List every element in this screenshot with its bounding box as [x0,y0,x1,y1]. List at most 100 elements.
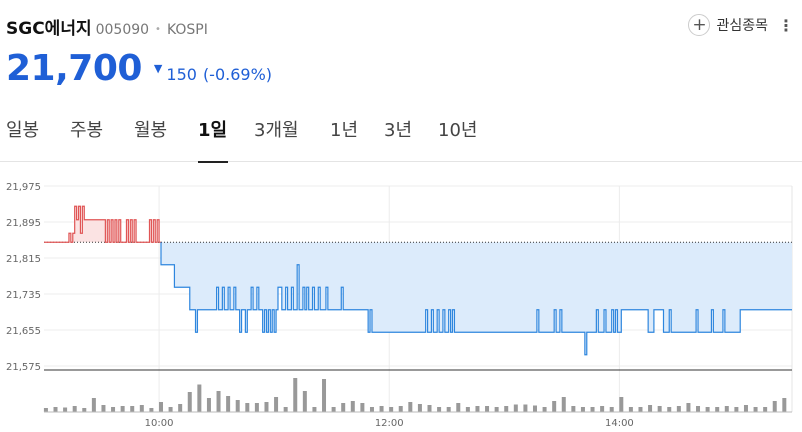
x-tick-label: 12:00 [375,418,404,429]
volume-bar [542,407,547,412]
tab-monthly[interactable]: 월봉 [134,116,172,162]
volume-bar [43,408,48,412]
down-area-fill [160,242,792,355]
volume-bar [197,384,202,412]
tab-10years[interactable]: 10년 [438,116,480,162]
volume-bar [734,407,739,412]
volume-bar [686,403,691,412]
y-tick-label: 21,895 [6,218,41,229]
tab-3years[interactable]: 3년 [384,116,414,162]
volume-bar [504,406,509,412]
volume-bar [600,406,605,412]
tab-3months[interactable]: 3개월 [254,116,306,162]
volume-bar [532,405,537,412]
volume-bar [264,402,269,412]
volume-bar [676,406,681,412]
volume-bar [283,407,288,412]
volume-bar [523,404,528,412]
volume-bar [561,397,566,412]
intraday-chart[interactable]: 21,975 21,895 21,815 21,735 21,655 21,575 10:0… [0,172,802,432]
y-tick-label: 21,735 [6,290,41,301]
volume-bar [446,407,451,412]
volume-bar [753,407,758,412]
volume-bar [724,406,729,412]
volume-bar [235,400,240,412]
volume-bar [53,407,58,412]
volume-bar [206,398,211,412]
volume-bar [417,404,422,412]
volume-bar [456,403,461,412]
volume-bar [619,397,624,412]
volume-bar [743,405,748,412]
volume-bar [341,403,346,412]
more-vertical-icon[interactable]: ⋮ [778,16,794,35]
y-tick-label: 21,975 [6,182,41,193]
volume-bar [696,406,701,412]
tab-1year[interactable]: 1년 [330,116,360,162]
volume-bar [216,391,221,412]
volume-bar [82,408,87,412]
volume-bar [158,402,163,412]
volume-bar [408,402,413,412]
volume-bar [475,406,480,412]
down-triangle-icon: ▼ [153,62,163,75]
volume-bar [149,408,154,412]
tab-daily[interactable]: 일봉 [6,116,44,162]
volume-bar [389,407,394,412]
volume-bar [120,406,125,412]
volume-bar [168,407,173,412]
volume-bar [628,407,633,412]
volume-bar [101,405,106,412]
price-change-pct: (-0.69%) [202,65,273,84]
y-tick-label: 21,655 [6,326,41,337]
volume-bar [331,407,336,412]
volume-bar [111,407,116,412]
market-name: KOSPI [166,22,208,38]
plus-icon: + [688,14,711,36]
volume-bar [513,404,518,412]
volume-bar [187,392,192,412]
volume-bar [494,407,499,412]
separator-dot: • [155,24,161,35]
volume-bar [274,397,279,412]
volume-bar [312,407,317,412]
y-tick-label: 21,575 [6,362,41,373]
volume-bar [72,406,77,412]
volume-bar [139,405,144,412]
volume-bar [715,407,720,412]
tab-1day[interactable]: 1일 [198,116,228,163]
volume-bar [580,407,585,412]
x-tick-label: 10:00 [145,418,174,429]
tab-weekly[interactable]: 주봉 [70,116,108,162]
volume-bar [63,407,68,412]
volume-bar [226,396,231,412]
volume-bar [571,406,576,412]
volume-bar [427,405,432,412]
y-tick-label: 21,815 [6,254,41,265]
volume-bar [648,405,653,412]
volume-bar [360,403,365,412]
volume-bar [130,406,135,412]
price-change: 150 [166,65,197,84]
volume-bar [485,406,490,412]
favorite-button[interactable]: + 관심종목 ⋮ [688,14,794,36]
stock-header: SGC에너지 005090 • KOSPI [6,14,208,42]
volume-bar [91,398,96,412]
volume-bar [667,407,672,412]
current-price: 21,700 [6,48,142,89]
volume-bar [398,406,403,412]
up-area-fill [44,206,161,243]
volume-bar [609,407,614,412]
x-tick-label: 14:00 [605,418,634,429]
favorite-label: 관심종목 [716,18,768,34]
period-tabs: 일봉 주봉 월봉 1일 3개월 1년 3년 10년 [0,116,802,163]
volume-bar [322,379,327,412]
volume-bar [369,407,374,412]
volume-bar [638,407,643,412]
volume-bar [763,407,768,412]
volume-bar [437,407,442,412]
volume-bar [178,404,183,412]
stock-name: SGC에너지 [6,19,92,39]
volume-bar [772,401,777,412]
volume-bar [350,401,355,412]
